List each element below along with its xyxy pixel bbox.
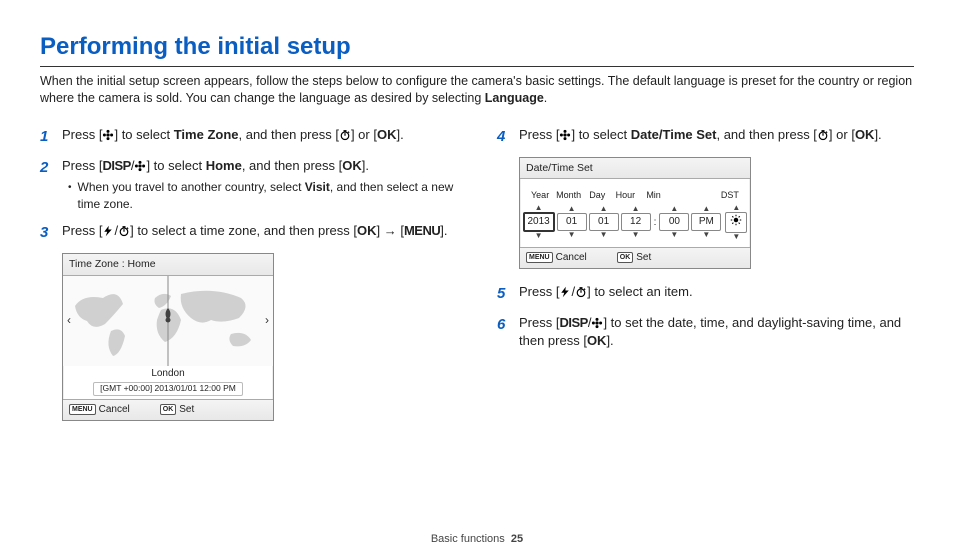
step-2: 2 Press [DISP/] to select Home, and then… (40, 157, 457, 213)
datetime-panel: Date/Time Set Year Month Day Hour Min DS… (519, 157, 751, 269)
timezone-panel: Time Zone : Home ‹ › London [G (62, 253, 274, 421)
page-footer: Basic functions 25 (0, 532, 954, 547)
menu-cancel-button[interactable]: MENUCancel (526, 251, 587, 265)
datetime-panel-title: Date/Time Set (520, 158, 750, 180)
step-number: 1 (40, 126, 54, 147)
step-number: 6 (497, 314, 511, 350)
right-column: 4 Press [] to select Date/Time Set, and … (497, 126, 914, 435)
min-spinner[interactable]: ▲00▼ (659, 205, 689, 239)
step-number: 5 (497, 283, 511, 304)
month-spinner[interactable]: ▲01▼ (557, 205, 587, 239)
step-number: 4 (497, 126, 511, 147)
ok-icon: OK (377, 127, 397, 142)
timezone-panel-title: Time Zone : Home (63, 254, 273, 276)
step-number: 2 (40, 157, 54, 213)
timer-icon (817, 129, 829, 141)
macro-icon (134, 160, 146, 172)
day-spinner[interactable]: ▲01▼ (589, 205, 619, 239)
macro-icon (591, 317, 603, 329)
menu-icon: MENU (404, 223, 440, 238)
map-arrow-right[interactable]: › (265, 312, 269, 329)
disp-icon: DISP (559, 315, 587, 330)
dst-spinner[interactable]: ▲▼ (725, 204, 747, 241)
step-4: 4 Press [] to select Date/Time Set, and … (497, 126, 914, 147)
datetime-labels: Year Month Day Hour Min DST (528, 189, 742, 202)
ok-set-button[interactable]: OKSet (160, 403, 195, 417)
ok-icon: OK (342, 158, 362, 173)
step-6: 6 Press [DISP/] to set the date, time, a… (497, 314, 914, 350)
step-2-sub: • When you travel to another country, se… (68, 179, 457, 213)
timezone-city: London (63, 366, 273, 381)
flash-icon (559, 286, 571, 298)
step-1: 1 Press [] to select Time Zone, and then… (40, 126, 457, 147)
page-title: Performing the initial setup (40, 30, 914, 64)
ampm-spinner[interactable]: ▲PM▼ (691, 205, 721, 239)
macro-icon (102, 129, 114, 141)
timer-icon (339, 129, 351, 141)
step-3: 3 Press [/] to select a time zone, and t… (40, 222, 457, 243)
menu-cancel-button[interactable]: MENUCancel (69, 403, 130, 417)
map-arrow-left[interactable]: ‹ (67, 312, 71, 329)
ok-icon: OK (357, 223, 377, 238)
ok-icon: OK (855, 127, 875, 142)
year-spinner[interactable]: ▲2013▼ (523, 204, 555, 240)
timezone-map: ‹ › (63, 276, 273, 366)
timezone-gmt: [GMT +00:00] 2013/01/01 12:00 PM (93, 382, 243, 396)
world-map-graphic (63, 276, 273, 366)
timer-icon (575, 286, 587, 298)
step-5: 5 Press [/] to select an item. (497, 283, 914, 304)
title-rule (40, 66, 914, 67)
flash-icon (102, 225, 114, 237)
sun-icon (730, 214, 742, 226)
timer-icon (118, 225, 130, 237)
disp-icon: DISP (102, 158, 130, 173)
step-number: 3 (40, 222, 54, 243)
ok-set-button[interactable]: OKSet (617, 251, 652, 265)
intro-text: When the initial setup screen appears, f… (40, 73, 914, 108)
hour-spinner[interactable]: ▲12▼ (621, 205, 651, 239)
left-column: 1 Press [] to select Time Zone, and then… (40, 126, 457, 435)
macro-icon (559, 129, 571, 141)
ok-icon: OK (587, 333, 607, 348)
